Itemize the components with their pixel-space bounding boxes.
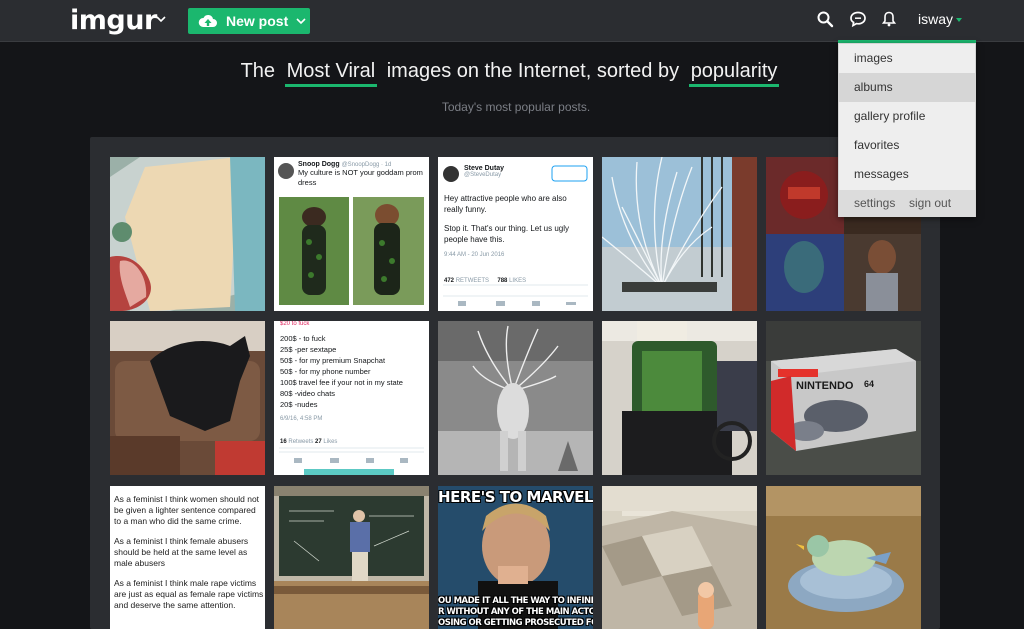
tweet-line: 20$ -nudes	[280, 400, 318, 409]
imgur-logo[interactable]: imgur	[70, 5, 157, 36]
sort-filter-most-viral[interactable]: Most Viral	[284, 60, 378, 87]
thumbnail-image	[110, 157, 265, 311]
gallery-thumbnail[interactable]	[110, 321, 265, 475]
tweet-header-fragment: $20 to fuck	[280, 321, 310, 327]
chat-icon[interactable]	[849, 10, 867, 28]
gallery-thumbnail[interactable]	[110, 157, 265, 311]
search-icon[interactable]	[816, 10, 834, 28]
chevron-down-icon[interactable]	[154, 12, 168, 26]
gallery-thumbnail[interactable]	[274, 486, 429, 629]
dropdown-footer: settings sign out	[839, 190, 975, 217]
text-paragraph: As a feminist I think male rape victims …	[114, 578, 264, 610]
headline-prefix: The	[240, 60, 276, 82]
meme-bottom-text: OSING OR GETTING PROSECUTED FOR	[438, 618, 593, 628]
sort-filter-popularity[interactable]: popularity	[688, 60, 780, 87]
n64-brand-text: NINTENDO	[796, 380, 854, 392]
cloud-upload-icon	[198, 14, 217, 27]
gallery-grid: Snoop Dogg @SnoopDogg · 1d My culture is…	[90, 137, 940, 629]
headline-middle: images on the Internet, sorted by	[386, 60, 680, 82]
menu-item-messages[interactable]: messages	[839, 160, 975, 189]
gallery-thumbnail[interactable]: HERE'S TO MARVEL OU MADE IT ALL THE WAY …	[438, 486, 593, 629]
menu-item-albums[interactable]: albums	[839, 73, 975, 102]
retweet-count: 472	[444, 278, 455, 284]
tweet-line: 200$ - to fuck	[280, 334, 326, 343]
tweet-line: 100$ travel fee if your not in my state	[280, 378, 403, 387]
text-paragraph: As a feminist I think female abusers sho…	[114, 536, 249, 568]
gallery-thumbnail[interactable]: Steve Dutay @SteveDutay Hey attractive p…	[438, 157, 593, 311]
thumbnail-image	[438, 321, 593, 475]
menu-item-favorites[interactable]: favorites	[839, 131, 975, 160]
tweet-date: 9:44 AM - 20 Jun 2016	[444, 252, 505, 258]
gallery-thumbnail[interactable]	[602, 321, 757, 475]
settings-link[interactable]: settings	[854, 196, 895, 210]
retweet-label: Retweets	[288, 439, 314, 445]
tweet-line: 80$ -video chats	[280, 389, 336, 398]
gallery-thumbnail[interactable]	[766, 486, 921, 629]
menu-item-gallery-profile[interactable]: gallery profile	[839, 102, 975, 131]
top-navigation-bar: imgur New post isway	[0, 0, 1024, 43]
like-label: Likes	[323, 439, 338, 445]
thumbnail-image	[766, 486, 921, 629]
new-post-button[interactable]: New post	[188, 8, 310, 34]
n64-model-text: 64	[864, 379, 874, 389]
tweet-author: Steve Dutay	[464, 165, 505, 172]
sign-out-link[interactable]: sign out	[909, 196, 951, 210]
tweet-text: Stop it. That's our thing. Let us ugly p…	[444, 224, 570, 244]
thumbnail-image	[602, 486, 757, 629]
like-label: LIKES	[509, 278, 527, 284]
like-count: 788	[497, 278, 508, 284]
thumbnail-image	[602, 321, 757, 475]
user-dropdown-menu: images albums gallery profile favorites …	[838, 43, 976, 217]
gallery-thumbnail[interactable]	[602, 486, 757, 629]
gallery-thumbnail[interactable]: NINTENDO 64	[766, 321, 921, 475]
tweet-line: 25$ -per sextape	[280, 345, 337, 354]
gallery-thumbnail[interactable]	[438, 321, 593, 475]
retweet-count: 16	[280, 439, 287, 445]
user-menu-caret-icon[interactable]	[956, 18, 962, 22]
gallery-thumbnail[interactable]: $20 to fuck 200$ - to fuck 25$ -per sext…	[274, 321, 429, 475]
tweet-line: 50$ - for my premium Snapchat	[280, 356, 386, 365]
tweet-date: 6/9/16, 4:58 PM	[280, 416, 323, 422]
gallery-thumbnail[interactable]	[602, 157, 757, 311]
thumbnail-image: NINTENDO 64	[766, 321, 921, 475]
menu-item-images[interactable]: images	[839, 44, 975, 73]
tweet-author: Snoop Dogg @SnoopDogg · 1d	[298, 161, 392, 168]
gallery-thumbnail[interactable]: As a feminist I think women should not b…	[110, 486, 265, 629]
tweet-handle: @SteveDutay	[464, 172, 502, 178]
gallery-thumbnail[interactable]: Snoop Dogg @SnoopDogg · 1d My culture is…	[274, 157, 429, 311]
text-paragraph: As a feminist I think women should not b…	[114, 494, 260, 526]
tweet-text: My culture is NOT your goddam prom dress	[298, 168, 423, 187]
meme-bottom-text: OU MADE IT ALL THE WAY TO INFINITY	[438, 596, 593, 606]
thumbnail-image	[110, 321, 265, 475]
bell-icon[interactable]	[880, 10, 898, 28]
meme-bottom-text: R WITHOUT ANY OF THE MAIN ACTO	[438, 607, 593, 617]
user-menu-button[interactable]: isway	[918, 11, 953, 27]
new-post-label: New post	[226, 13, 289, 29]
thumbnail-image	[602, 157, 757, 311]
thumbnail-image	[274, 486, 429, 629]
chevron-down-icon	[296, 18, 306, 25]
meme-top-text: HERE'S TO MARVEL	[438, 488, 593, 506]
tweet-line: 50$ - for my phone number	[280, 367, 371, 376]
retweet-label: RETWEETS	[455, 278, 490, 284]
like-count: 27	[315, 439, 322, 445]
tweet-text: Hey attractive people who are also reall…	[444, 194, 567, 214]
